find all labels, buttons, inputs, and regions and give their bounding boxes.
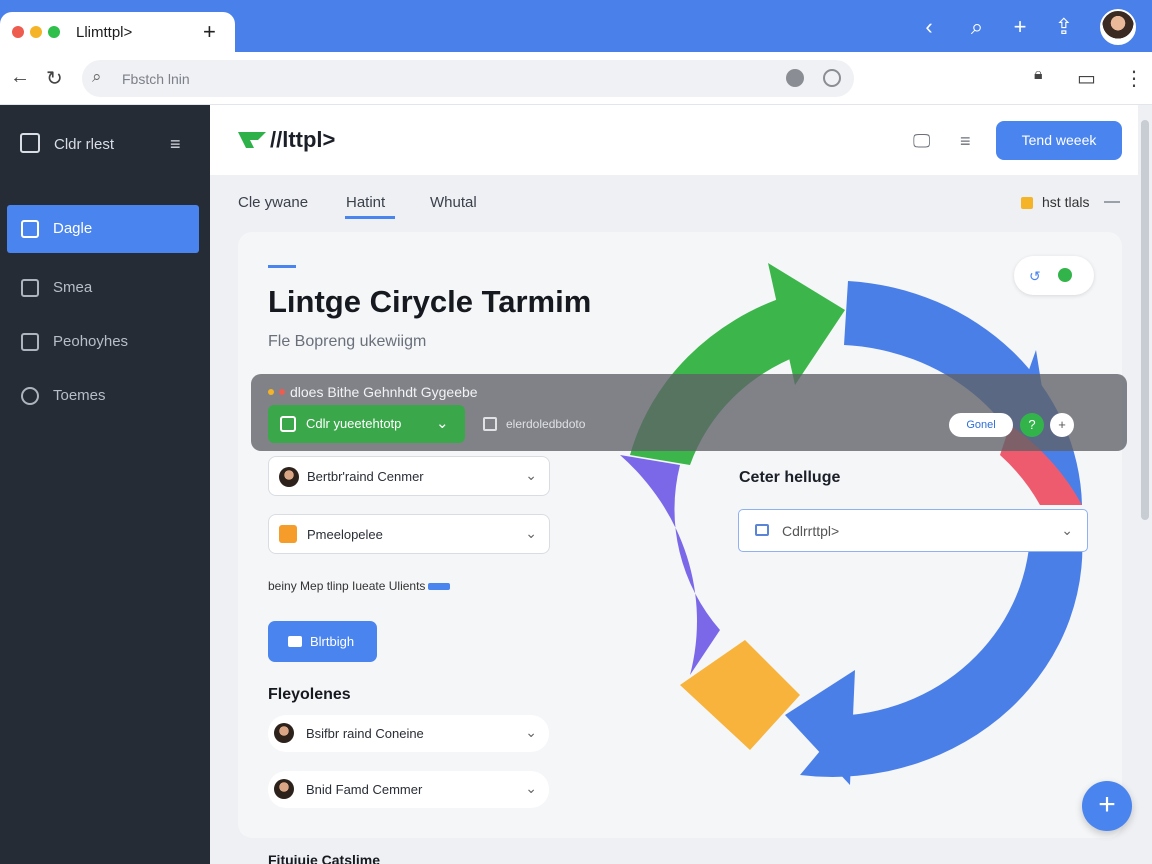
- green-dropdown-label: Cdlr yueetehtotp: [306, 416, 402, 431]
- tab-whutal[interactable]: Whutal: [430, 194, 477, 211]
- cycle-arrow-purple: [620, 455, 720, 675]
- menu-icon[interactable]: ≡: [170, 134, 181, 155]
- band-dot-yellow: [268, 389, 274, 395]
- active-tab-indicator: [345, 216, 395, 219]
- back-chevron-icon[interactable]: ‹: [916, 14, 942, 40]
- chevron-down-icon: ⌄: [525, 525, 537, 541]
- hint-text: beiny Mep tlinp Iueate Ulients: [268, 579, 451, 593]
- add-fab-button[interactable]: +: [1082, 781, 1132, 831]
- new-tab-icon[interactable]: +: [203, 19, 216, 45]
- sidebar-item-toemes[interactable]: Toemes: [7, 372, 199, 420]
- sidebar-item-label: Dagle: [53, 220, 93, 237]
- calendar-small-icon: [755, 524, 769, 536]
- tab-active[interactable]: Hatint: [346, 194, 385, 211]
- more-icon[interactable]: ⋮: [1124, 66, 1144, 91]
- user-avatar[interactable]: [1100, 9, 1136, 45]
- list-item-label: Bsifbr raind Coneine: [306, 726, 424, 741]
- status-toggle[interactable]: ↺: [1014, 256, 1094, 295]
- page-title: Lintge Cirycle Tarmim: [268, 284, 592, 319]
- list-item-label: Bnid Famd Cemmer: [306, 782, 423, 797]
- scrollbar[interactable]: [1141, 120, 1149, 520]
- band-doc-icon: [483, 417, 497, 431]
- back-arrow-icon[interactable]: ←: [10, 66, 30, 89]
- header-badge[interactable]: hst tlals: [1042, 194, 1089, 210]
- hamburger-icon[interactable]: ≡: [960, 131, 971, 152]
- url-text: Fbstch lnin: [122, 71, 190, 87]
- url-search-icon: ⌕: [92, 67, 102, 86]
- category-select-label: Pmeelopelee: [307, 527, 383, 542]
- action-button-label: Blrtbigh: [310, 634, 355, 649]
- logo-icon: [238, 132, 266, 148]
- hint-text-label: beiny Mep tlinp Iueate Ulients: [268, 579, 426, 593]
- footer-heading: Fituiuie Catslime: [268, 852, 381, 864]
- list-icon: [21, 279, 39, 297]
- edit-icon: [21, 220, 39, 238]
- sidebar-item-peohoyhes[interactable]: Peohoyhes: [7, 318, 199, 366]
- avatar: [279, 467, 299, 487]
- band-title: dloes Bithe Gehnhdt Gygeebe: [290, 384, 478, 400]
- title-accent: [268, 265, 296, 268]
- palette-icon: [21, 387, 39, 405]
- share-icon[interactable]: ⇪: [1051, 14, 1077, 40]
- tab-overview[interactable]: Cle ywane: [238, 194, 308, 211]
- document-icon: [21, 333, 39, 351]
- app-logo-text: //lttpl>: [270, 127, 336, 152]
- url-field[interactable]: [82, 60, 854, 97]
- sidebar-item-smea[interactable]: Smea: [7, 264, 199, 312]
- collapse-icon[interactable]: [1104, 201, 1120, 203]
- chevron-down-icon: ⌄: [436, 415, 449, 432]
- chevron-down-icon: ⌄: [525, 780, 537, 796]
- status-dot: [1058, 268, 1072, 282]
- page-subtitle: Fle Bopreng ukewiigm: [268, 333, 427, 350]
- chevron-down-icon: ⌄: [525, 724, 537, 740]
- search-icon[interactable]: ⌕: [964, 14, 990, 40]
- list-item[interactable]: Bnid Famd Cemmer ⌄: [268, 771, 549, 808]
- monitor-icon[interactable]: 🖵︎: [913, 131, 930, 152]
- sidebar-title: Cldr rlest: [54, 136, 115, 153]
- camera-icon: [288, 636, 302, 647]
- owner-select[interactable]: Bertbr'raind Cenmer ⌄: [268, 456, 550, 496]
- calendar-icon: [20, 133, 40, 153]
- settings-circle-icon[interactable]: [823, 69, 841, 87]
- sidebar-item-label: Toemes: [53, 387, 106, 404]
- chevron-down-icon: ⌄: [1061, 522, 1073, 538]
- refresh-icon[interactable]: ↻: [46, 66, 63, 91]
- owner-select-label: Bertbr'raind Cenmer: [307, 469, 424, 484]
- green-dropdown[interactable]: Cdlr yueetehtotp ⌄: [268, 405, 465, 443]
- center-select-value: Cdlrrttpl>: [782, 523, 840, 539]
- badge-icon: [1021, 197, 1033, 209]
- primary-action-button[interactable]: Tend weeek: [996, 121, 1122, 160]
- folder-icon: [279, 525, 297, 543]
- sidebar-item-label: Peohoyhes: [53, 333, 129, 350]
- layout-icon[interactable]: ▭: [1077, 66, 1096, 91]
- band-middle-text: elerdoledbdoto: [506, 417, 586, 431]
- band-help-button[interactable]: ?: [1020, 413, 1044, 437]
- add-icon[interactable]: +: [1007, 14, 1033, 40]
- checklist-icon: [280, 416, 296, 432]
- maximize-window-dot[interactable]: [48, 26, 60, 38]
- section-title: Fleyolenes: [268, 686, 351, 703]
- center-select[interactable]: Cdlrrttpl> ⌄: [738, 509, 1088, 552]
- hint-tag[interactable]: [428, 583, 451, 591]
- minimize-window-dot[interactable]: [30, 26, 42, 38]
- band-pill-button[interactable]: Gonel: [949, 413, 1013, 437]
- lock-icon[interactable]: 🔒︎: [1034, 66, 1043, 84]
- record-icon[interactable]: [786, 69, 804, 87]
- band-add-button[interactable]: +: [1050, 413, 1074, 437]
- list-item[interactable]: Bsifbr raind Coneine ⌄: [268, 715, 549, 752]
- center-label: Ceter helluge: [739, 469, 841, 486]
- close-window-dot[interactable]: [12, 26, 24, 38]
- chevron-down-icon: ⌄: [525, 467, 537, 483]
- category-select[interactable]: Pmeelopelee ⌄: [268, 514, 550, 554]
- sidebar-item-dagle[interactable]: Dagle: [7, 205, 199, 253]
- avatar: [274, 723, 294, 743]
- sidebar-item-label: Smea: [53, 279, 93, 296]
- refresh-small-icon: ↺: [1029, 268, 1041, 284]
- band-dot-red: [279, 389, 285, 395]
- tab-title: Llimttpl>: [76, 24, 133, 41]
- avatar: [274, 779, 294, 799]
- action-button[interactable]: Blrtbigh: [268, 621, 377, 662]
